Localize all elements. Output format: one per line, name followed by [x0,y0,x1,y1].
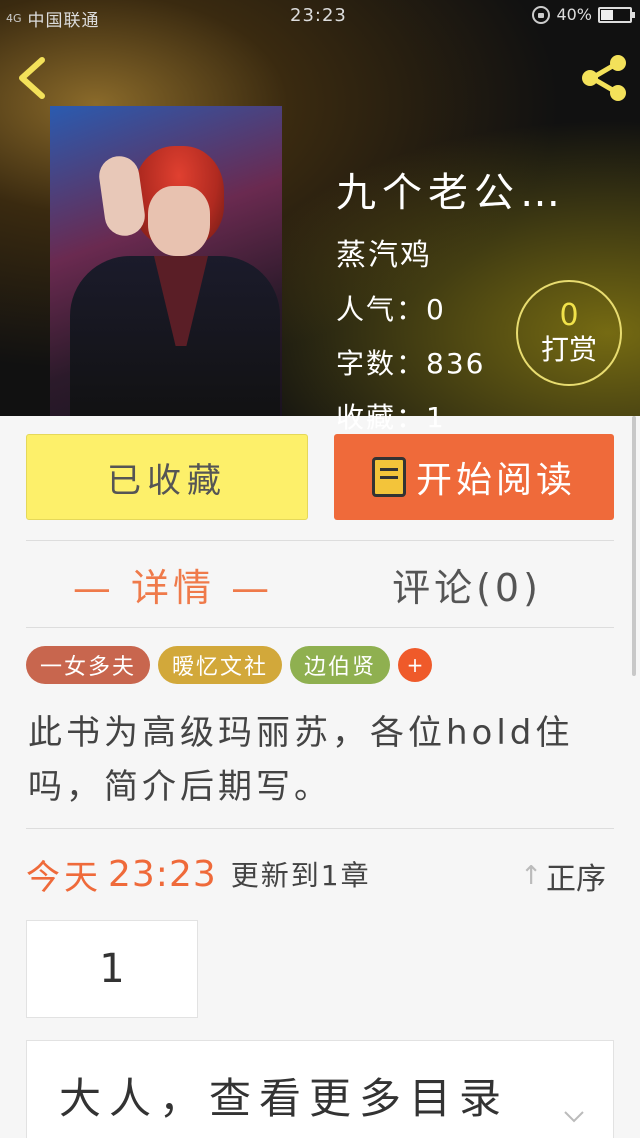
collected-label: 已收藏 [107,460,227,501]
arrow-up-icon: ↑ [520,861,542,891]
tab-comments[interactable]: 评论(0) [320,542,614,626]
reward-label: 打赏 [540,333,597,366]
chapter-number: 1 [99,946,125,992]
add-tag-button[interactable]: + [398,648,433,682]
update-text: 更新到1章 [230,859,371,892]
scrollbar[interactable] [632,416,636,676]
sort-order-label: 正序 [546,862,606,897]
update-day: 今天 [26,857,102,898]
tag-item[interactable]: 暧忆文社 [158,646,283,684]
status-bar: 4G 中国联通 23:23 40% [0,0,640,32]
tag-item[interactable]: 边伯贤 [290,646,391,684]
book-favorites: 收藏：1 [336,401,446,434]
rotation-lock-icon [532,5,551,24]
book-author: 蒸汽鸡 [336,238,432,273]
tag-list: 一女多夫 暧忆文社 边伯贤 + [26,646,433,684]
update-info: 今天 23:23 更新到1章 ↑ 正序 [26,846,614,902]
sort-order-button[interactable]: ↑ 正序 [520,854,606,898]
tag-item[interactable]: 一女多夫 [26,646,151,684]
reward-button[interactable]: 0 打赏 [516,280,622,386]
more-chapters-button[interactable]: 大人，查看更多目录 [26,1040,614,1138]
update-time: 23:23 [108,853,217,895]
more-chapters-label: 大人，查看更多目录 [59,1073,510,1123]
book-cover-image [50,106,282,416]
chevron-down-icon [563,1085,585,1134]
chapter-item[interactable]: 1 [26,920,198,1018]
collected-button[interactable]: 已收藏 [26,434,308,520]
book-description: 此书为高级玛丽苏，各位hold住吗，简介后期写。 [28,713,574,807]
tab-bar: — 详情 — 评论(0) [26,542,614,626]
divider [26,540,614,541]
battery-percent: 40% [556,5,592,24]
divider [26,828,614,829]
reward-count: 0 [559,298,579,333]
share-icon[interactable] [578,52,630,108]
signal-indicator: 4G [6,12,22,25]
tab-details[interactable]: — 详情 — [26,542,320,626]
carrier-name: 中国联通 [27,11,100,31]
battery-icon [598,6,635,23]
book-title: 九个老公… [336,170,566,216]
divider [26,627,614,628]
book-icon [371,457,406,497]
back-icon[interactable] [16,56,48,104]
start-reading-label: 开始阅读 [415,460,576,501]
status-time: 23:23 [290,5,347,26]
